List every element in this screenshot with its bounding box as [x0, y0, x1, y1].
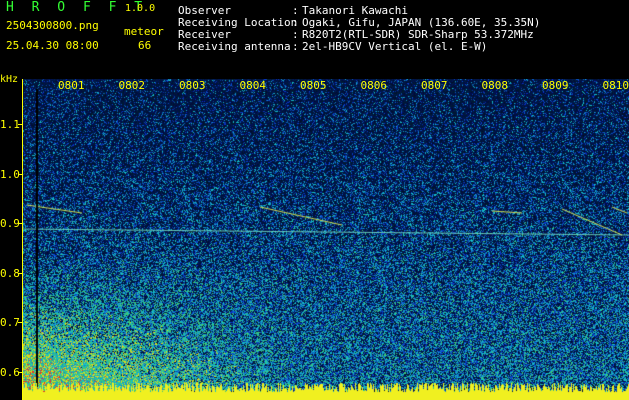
file-name: 2504300800.png: [6, 19, 99, 32]
antenna-separator: :: [292, 40, 299, 53]
y-tick-label: 1.0: [0, 168, 20, 181]
y-axis-line: [22, 79, 23, 400]
y-tick-mark: [18, 124, 23, 125]
y-tick-label: 0.9: [0, 217, 20, 230]
x-tick-label: 0809: [542, 79, 569, 92]
y-tick-label: 0.8: [0, 267, 20, 280]
meteor-count: 66: [138, 39, 152, 52]
x-tick-label: 0801: [58, 79, 85, 92]
y-tick-mark: [18, 223, 23, 224]
observation-mode: meteor: [124, 25, 164, 38]
header-panel: H R O F F T 1.0.0 2504300800.png meteor …: [0, 0, 629, 78]
x-axis-ticks: 0801 0802 0803 0804 0805 0806 0807 0808 0809 0810: [22, 79, 629, 93]
y-axis-unit: kHz: [0, 74, 19, 85]
x-tick-label: 0805: [300, 79, 327, 92]
x-tick-label: 0802: [118, 79, 146, 92]
y-tick-mark: [18, 174, 23, 175]
y-tick-mark: [18, 322, 23, 323]
y-tick-label: 0.7: [0, 316, 20, 329]
x-tick-label: 0804: [239, 79, 267, 92]
spectrogram-canvas: [22, 79, 629, 400]
x-tick-label: 0807: [421, 79, 448, 92]
x-tick-label: 0806: [360, 79, 388, 92]
x-tick-label: 0803: [179, 79, 206, 92]
antenna-label: Receiving antenna: [178, 40, 291, 53]
y-tick-mark: [18, 273, 23, 274]
spectrogram-plot: [22, 79, 629, 400]
antenna-value: 2el-HB9CV Vertical (el. E-W): [302, 40, 488, 53]
x-tick-label: 0810: [602, 79, 629, 92]
x-tick-label: 0808: [481, 79, 509, 92]
y-tick-mark: [18, 372, 23, 373]
observation-datetime: 25.04.30 08:00: [6, 39, 99, 52]
y-tick-label: 0.6: [0, 366, 20, 379]
y-tick-label: 1.1: [0, 118, 20, 131]
app-version: 1.0.0: [125, 3, 156, 14]
